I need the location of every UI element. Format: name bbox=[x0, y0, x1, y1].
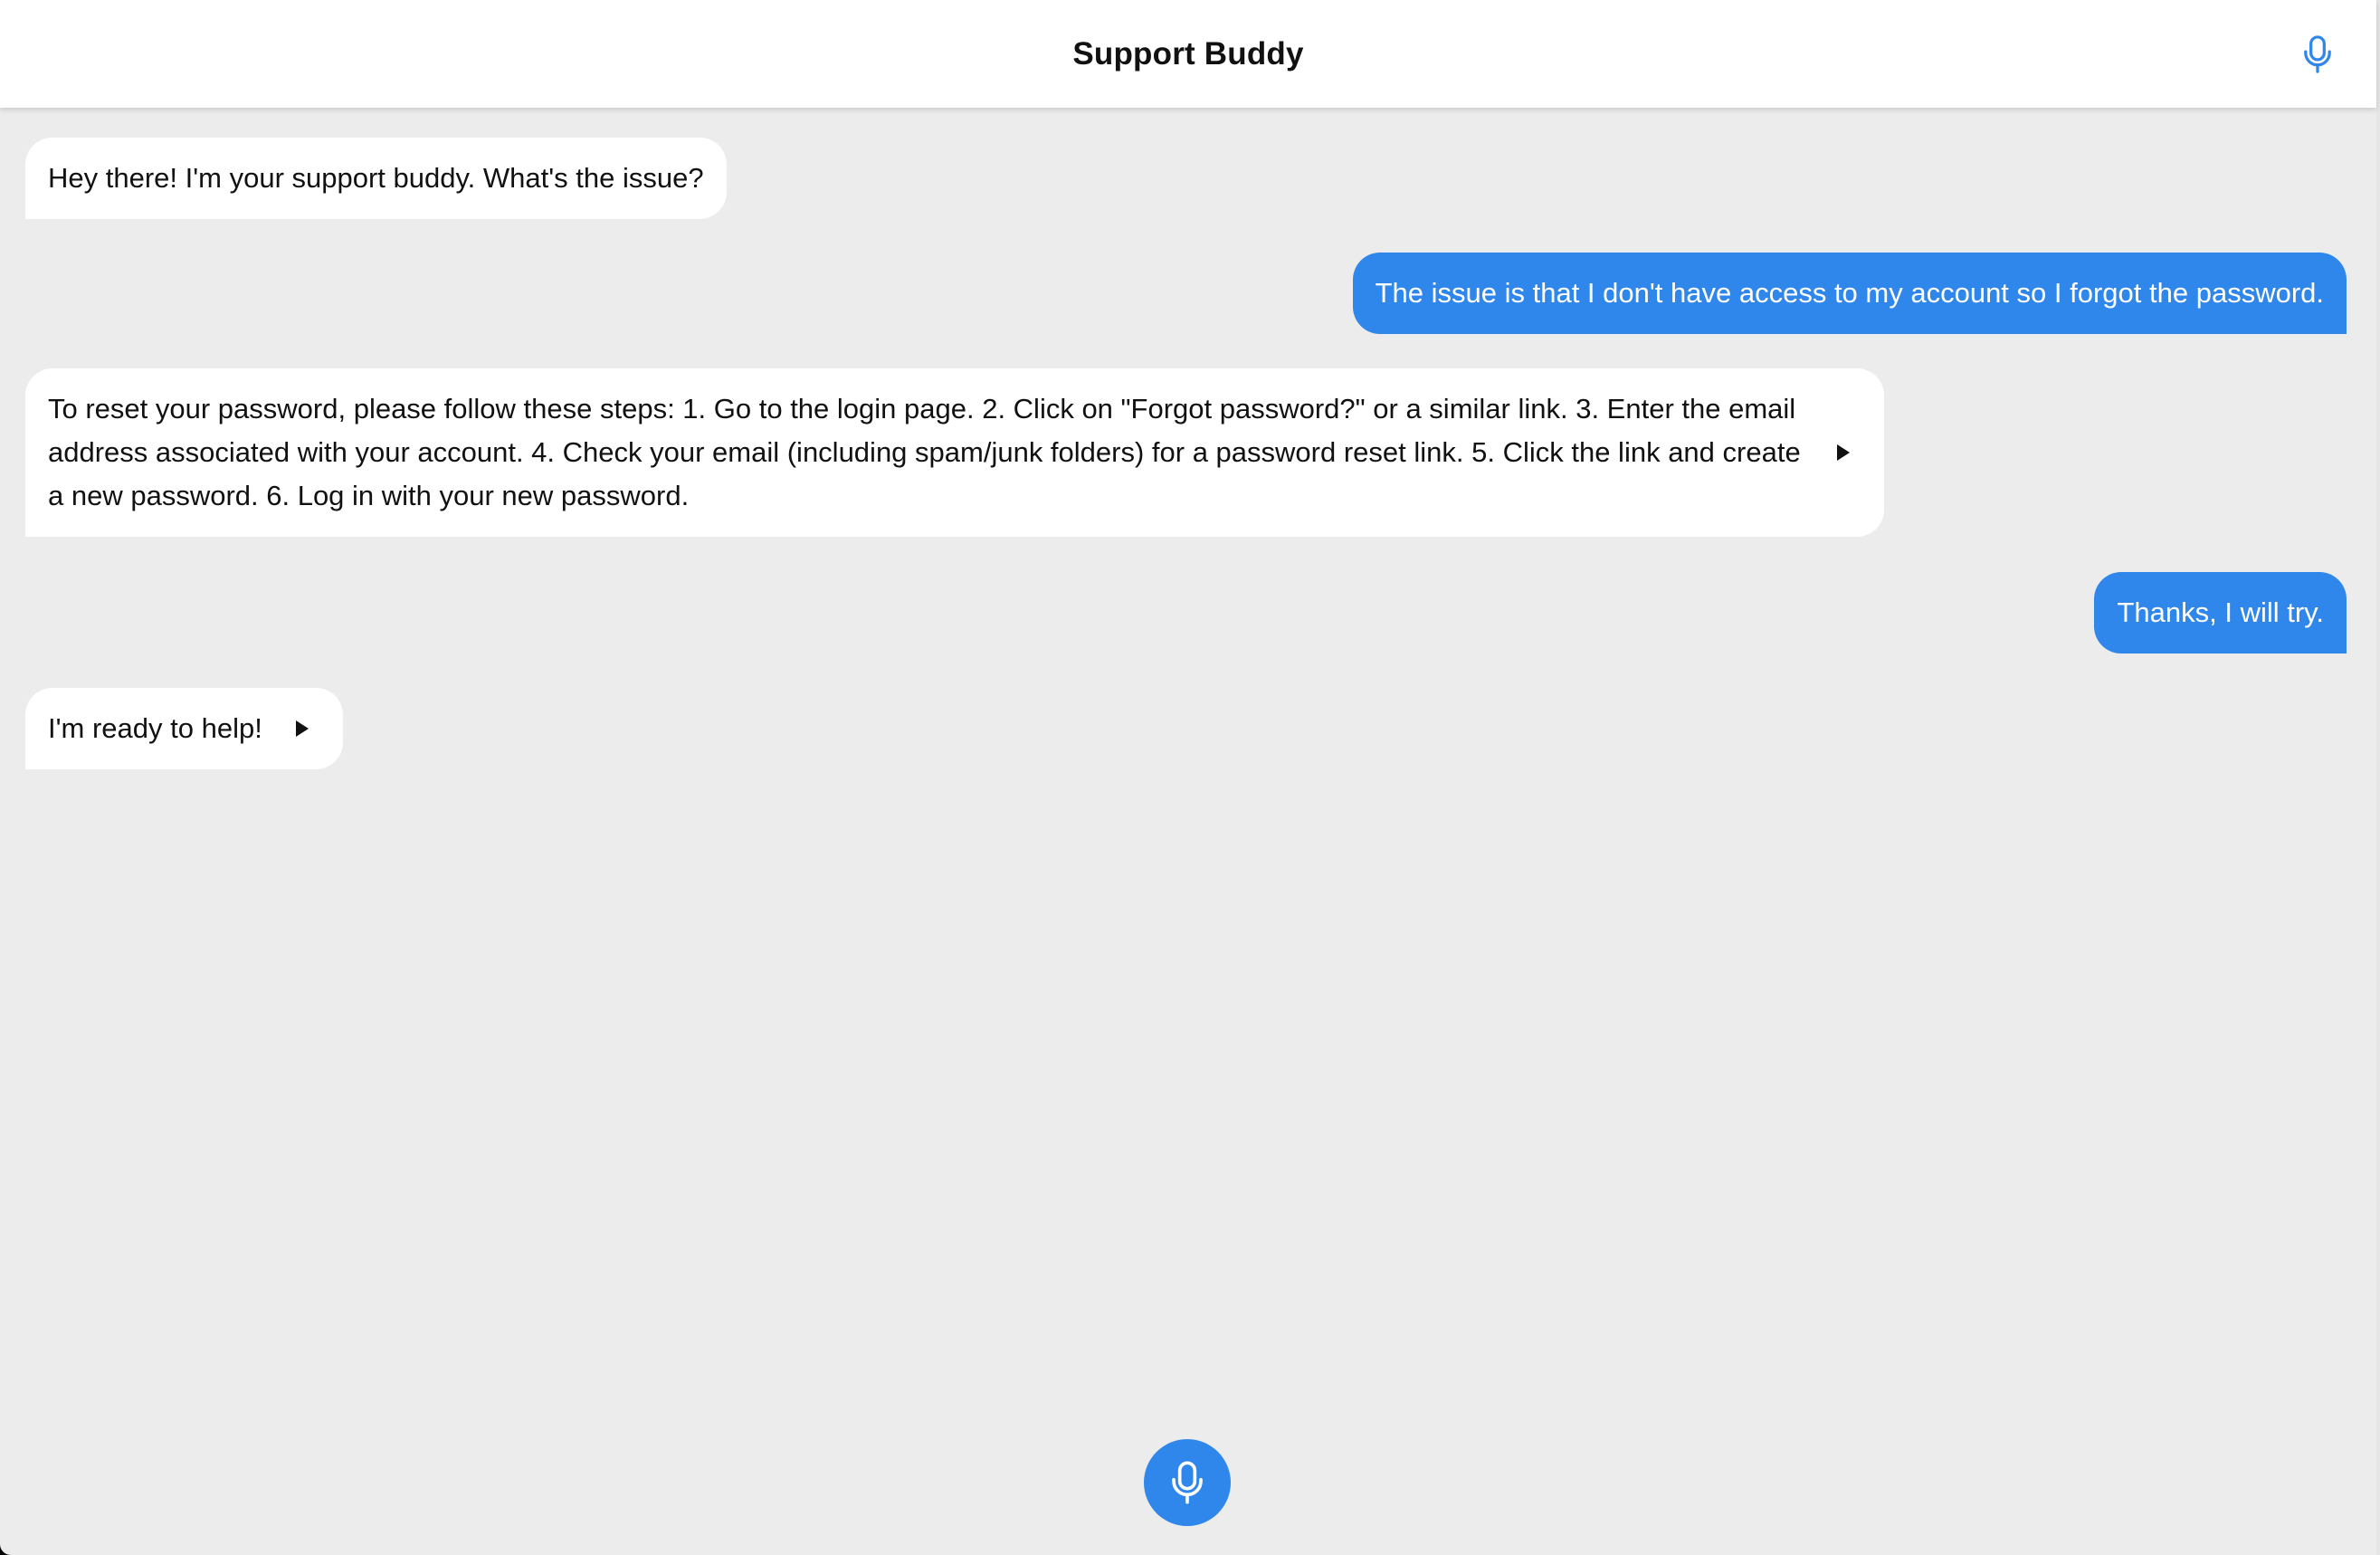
page-title: Support Buddy bbox=[1072, 35, 1304, 72]
record-voice-button[interactable] bbox=[1144, 1439, 1231, 1526]
user-message: Thanks, I will try. bbox=[2094, 572, 2347, 653]
play-button[interactable] bbox=[1825, 434, 1861, 471]
play-button[interactable] bbox=[284, 711, 320, 747]
message-text: The issue is that I don't have access to… bbox=[1375, 277, 2324, 309]
play-icon bbox=[1837, 444, 1850, 461]
bot-message: To reset your password, please follow th… bbox=[25, 368, 1884, 537]
message-text: I'm ready to help! bbox=[48, 712, 262, 744]
message-text: To reset your password, please follow th… bbox=[48, 393, 1801, 511]
microphone-icon bbox=[2304, 35, 2331, 73]
bot-message: I'm ready to help! bbox=[25, 688, 343, 769]
app-header: Support Buddy bbox=[0, 0, 2376, 108]
header-mic-button[interactable] bbox=[2290, 27, 2345, 81]
message-text: Thanks, I will try. bbox=[2117, 596, 2324, 628]
user-message: The issue is that I don't have access to… bbox=[1352, 253, 2347, 334]
play-icon bbox=[295, 720, 309, 737]
bot-message: Hey there! I'm your support buddy. What'… bbox=[25, 138, 727, 219]
message-text: Hey there! I'm your support buddy. What'… bbox=[48, 162, 704, 194]
chat-app: Support Buddy Hey there! I'm your suppor… bbox=[0, 0, 2380, 1555]
window-edge bbox=[2376, 0, 2380, 1555]
microphone-icon bbox=[1172, 1461, 1203, 1504]
